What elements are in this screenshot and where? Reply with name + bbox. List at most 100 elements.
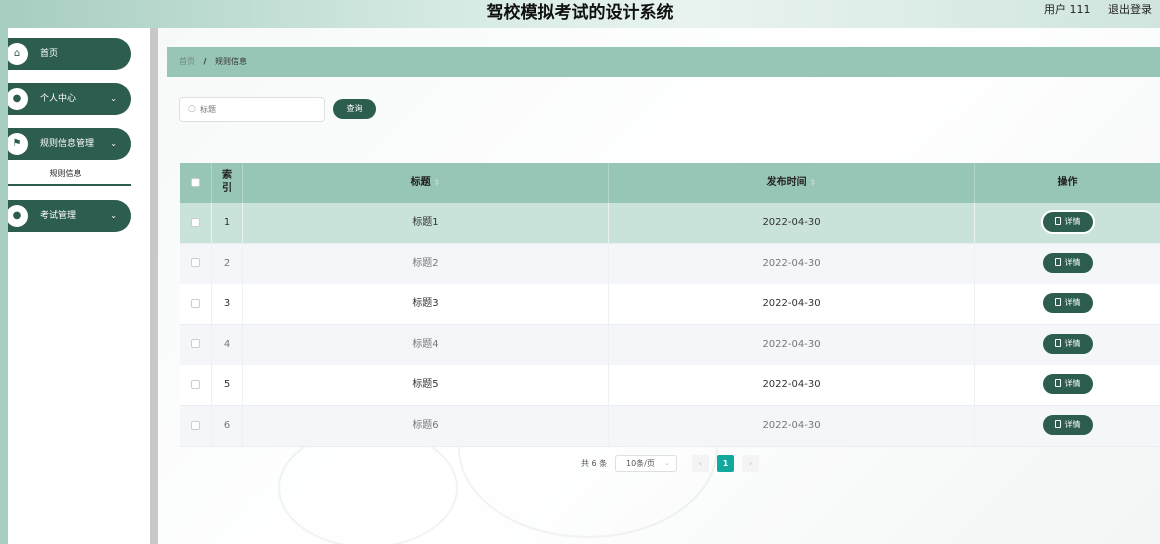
row-ops: 详情 <box>975 244 1160 284</box>
column-header-ops: 操作 <box>975 163 1160 203</box>
detail-button-label: 详情 <box>1064 217 1081 226</box>
row-checkbox[interactable] <box>191 258 200 268</box>
detail-button-label: 详情 <box>1064 420 1081 429</box>
row-publish-time: 2022-04-30 <box>609 365 975 406</box>
sidebar-divider <box>150 28 158 544</box>
breadcrumb-home[interactable]: 首页 <box>179 57 195 66</box>
row-checkbox[interactable] <box>191 217 200 227</box>
active-indicator <box>0 184 131 186</box>
row-select-cell <box>180 284 212 325</box>
index-header-line1: 索 <box>222 170 232 181</box>
table-row[interactable]: 6 标题6 2022-04-30 详情 <box>180 406 1160 447</box>
detail-button-label: 详情 <box>1064 257 1081 267</box>
sidebar-item-personal-center[interactable]: ● 个人中心 ⌄ <box>0 83 131 115</box>
sidebar-item-label: 考试管理 <box>40 211 77 221</box>
index-header-line2: 引 <box>222 183 232 194</box>
select-all-cell <box>180 163 212 203</box>
row-checkbox[interactable] <box>191 420 200 430</box>
column-header-index: 索 引 <box>212 163 243 203</box>
row-checkbox[interactable] <box>191 339 200 349</box>
detail-button[interactable]: 详情 <box>1042 415 1093 435</box>
document-icon <box>1054 257 1061 266</box>
detail-button[interactable]: 详情 <box>1042 374 1093 395</box>
sidebar-item-label: 个人中心 <box>40 94 77 104</box>
row-title: 标题2 <box>243 243 609 284</box>
detail-button-label: 详情 <box>1064 379 1081 389</box>
home-icon: ⌂ <box>6 43 28 65</box>
table-row[interactable]: 2 标题2 2022-04-30 详情 <box>180 243 1160 285</box>
page-size-value: 10条/页 <box>626 459 655 468</box>
row-ops: 详情 <box>975 203 1160 243</box>
column-header-title[interactable]: 标题 ⇕ <box>243 163 609 203</box>
row-title: 标题4 <box>243 324 609 365</box>
column-title-label: 标题 <box>410 177 431 188</box>
sort-icon[interactable]: ⇕ <box>810 178 817 187</box>
row-index: 3 <box>212 284 243 325</box>
table-row[interactable]: 3 标题3 2022-04-30 详情 <box>180 284 1160 326</box>
document-icon <box>1054 420 1061 428</box>
sidebar-subitem-rules[interactable]: 规则信息 <box>0 167 131 183</box>
row-publish-time: 2022-04-30 <box>609 406 975 446</box>
column-time-label: 发布时间 <box>766 177 807 188</box>
row-index: 5 <box>212 365 243 406</box>
search-icon: ○ <box>188 104 196 114</box>
chevron-down-icon: ⌄ <box>110 211 117 220</box>
row-ops: 详情 <box>975 365 1160 405</box>
row-ops: 详情 <box>975 325 1160 365</box>
sidebar-item-home[interactable]: ⌂ 首页 <box>0 38 131 70</box>
row-index: 4 <box>212 324 243 365</box>
detail-button[interactable]: 详情 <box>1042 333 1093 354</box>
next-page-button[interactable]: › <box>742 455 759 472</box>
detail-button-label: 详情 <box>1064 338 1081 348</box>
table-row[interactable]: 4 标题4 2022-04-30 详情 <box>180 324 1160 366</box>
user-icon: ● <box>6 88 28 110</box>
detail-button[interactable]: 详情 <box>1042 252 1093 273</box>
sidebar-item-rules-management[interactable]: ⚑ 规则信息管理 ⌄ <box>0 128 131 160</box>
sidebar-item-label: 规则信息管理 <box>40 139 95 149</box>
row-index: 1 <box>212 203 243 243</box>
chevron-down-icon: ⌄ <box>664 459 670 467</box>
breadcrumb: 首页 / 规则信息 <box>167 47 1160 77</box>
search-button[interactable]: 查询 <box>333 99 376 119</box>
pagination-total: 共 6 条 <box>581 459 608 468</box>
row-title: 标题5 <box>243 365 609 406</box>
row-publish-time: 2022-04-30 <box>609 284 975 325</box>
top-header: 驾校模拟考试的设计系统 用户 111 退出登录 <box>0 0 1160 28</box>
search-field[interactable]: ○ <box>179 97 325 122</box>
row-publish-time: 2022-04-30 <box>609 324 975 365</box>
page-number-button[interactable]: 1 <box>717 455 734 472</box>
column-header-time[interactable]: 发布时间 ⇕ <box>609 163 975 203</box>
row-ops: 详情 <box>975 406 1160 446</box>
row-select-cell <box>180 324 212 365</box>
document-icon <box>1054 298 1061 307</box>
breadcrumb-current: 规则信息 <box>215 57 248 66</box>
chevron-down-icon: ⌄ <box>110 139 117 148</box>
row-publish-time: 2022-04-30 <box>609 203 975 243</box>
row-title: 标题3 <box>243 284 609 325</box>
row-checkbox[interactable] <box>191 379 200 389</box>
sidebar-item-label: 首页 <box>40 49 59 59</box>
select-all-checkbox[interactable] <box>191 177 200 187</box>
sidebar: ⌂ 首页 ● 个人中心 ⌄ ⚑ 规则信息管理 ⌄ 规则信息 ● 考试管理 ⌄ <box>0 28 150 544</box>
logout-link[interactable]: 退出登录 <box>1108 3 1152 16</box>
prev-page-button[interactable]: ‹ <box>692 455 709 472</box>
table-row[interactable]: 1 标题1 2022-04-30 详情 <box>180 203 1160 244</box>
row-publish-time: 2022-04-30 <box>609 243 975 284</box>
document-icon <box>1054 217 1061 225</box>
row-select-cell <box>180 203 212 243</box>
table-row[interactable]: 5 标题5 2022-04-30 详情 <box>180 365 1160 407</box>
search-input[interactable] <box>200 100 320 119</box>
username-label[interactable]: 用户 111 <box>1044 3 1091 16</box>
row-checkbox[interactable] <box>191 298 200 308</box>
sidebar-item-exam-management[interactable]: ● 考试管理 ⌄ <box>0 200 131 232</box>
chevron-down-icon: ⌄ <box>110 94 117 103</box>
row-ops: 详情 <box>975 284 1160 324</box>
flag-icon: ⚑ <box>6 133 28 155</box>
sort-icon[interactable]: ⇕ <box>434 178 441 187</box>
left-accent-strip <box>0 28 8 544</box>
page-size-select[interactable]: 10条/页 ⌄ <box>615 455 677 472</box>
document-icon <box>1054 338 1061 347</box>
detail-button[interactable]: 详情 <box>1042 212 1093 232</box>
user-info: 用户 111 退出登录 <box>1030 0 1152 28</box>
detail-button[interactable]: 详情 <box>1042 293 1093 314</box>
